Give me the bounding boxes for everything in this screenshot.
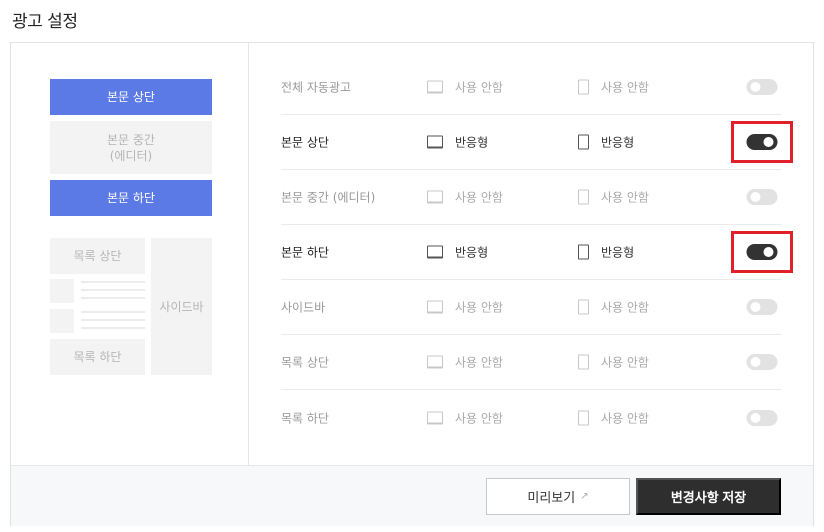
- panel-footer: 미리보기 ↗ 변경사항 저장: [11, 465, 813, 526]
- desktop-icon: [427, 135, 443, 149]
- mobile-icon: [578, 354, 589, 370]
- ad-slot-toggle[interactable]: [746, 79, 778, 95]
- ad-slot-label: 본문 상단: [281, 135, 329, 150]
- toggle-knob: [750, 412, 761, 423]
- toggle-knob: [750, 82, 761, 92]
- preview-list-item-line: [81, 289, 145, 291]
- pc-option[interactable]: 사용 안함: [427, 354, 503, 371]
- desktop-icon: [427, 245, 443, 259]
- toggle-highlight: [731, 286, 793, 328]
- external-link-icon: ↗: [580, 491, 589, 502]
- ad-slot-row: 전체 자동광고 사용 안함 사용 안함: [281, 60, 781, 115]
- ad-slot-label: 목록 하단: [281, 411, 329, 425]
- ad-slot-row: 목록 상단 사용 안함 사용 안함: [281, 335, 781, 390]
- desktop-icon: [427, 411, 443, 424]
- toggle-highlight: [731, 121, 793, 163]
- toggle-knob: [763, 247, 774, 257]
- preview-list-item-line: [81, 319, 145, 321]
- mobile-option[interactable]: 사용 안함: [578, 409, 649, 426]
- ad-slot-row: 본문 중간 (에디터) 사용 안함 사용 안함: [281, 170, 781, 225]
- desktop-icon: [427, 300, 443, 314]
- pc-option[interactable]: 반응형: [427, 134, 488, 151]
- ad-slot-toggle[interactable]: [746, 134, 778, 150]
- preview-list-item-line: [81, 311, 145, 313]
- ad-slot-toggle[interactable]: [746, 299, 778, 315]
- save-changes-button[interactable]: 변경사항 저장: [636, 478, 781, 515]
- desktop-icon: [427, 80, 443, 94]
- ad-slot-label: 본문 중간 (에디터): [281, 190, 376, 205]
- ad-slot-list: 전체 자동광고 사용 안함 사용 안함 본문 상단 반응형 반응형 본문 중간 …: [281, 60, 793, 445]
- ad-settings-panel: 본문 상단 본문 중간 (에디터) 본문 하단 목록 상단 목록 하단 사이드바…: [10, 42, 814, 526]
- toggle-knob: [750, 192, 761, 202]
- preview-body-bottom: 본문 하단: [50, 180, 212, 216]
- preview-list-item-line: [81, 327, 145, 329]
- preview-list-item-line: [81, 297, 145, 299]
- preview-body-top: 본문 상단: [50, 79, 212, 115]
- preview-list-item-line: [81, 281, 145, 283]
- pc-option[interactable]: 사용 안함: [427, 79, 503, 96]
- ad-slot-label: 전체 자동광고: [281, 80, 352, 95]
- ad-slot-toggle[interactable]: [746, 354, 778, 370]
- toggle-highlight: [731, 341, 793, 383]
- ad-slot-row: 목록 하단 사용 안함 사용 안함: [281, 390, 781, 445]
- mobile-option[interactable]: 사용 안함: [578, 299, 649, 316]
- preview-list-bottom: 목록 하단: [50, 339, 145, 375]
- mobile-icon: [578, 299, 589, 315]
- pc-option[interactable]: 사용 안함: [427, 299, 503, 316]
- mobile-option[interactable]: 사용 안함: [578, 189, 649, 206]
- ad-slot-row: 사이드바 사용 안함 사용 안함: [281, 280, 781, 335]
- preview-body-middle: 본문 중간 (에디터): [50, 121, 212, 174]
- ad-slot-label: 목록 상단: [281, 355, 329, 370]
- mobile-option[interactable]: 반응형: [578, 134, 634, 151]
- desktop-icon: [427, 355, 443, 369]
- toggle-highlight: [731, 397, 793, 439]
- desktop-icon: [427, 190, 443, 204]
- mobile-icon: [578, 79, 589, 95]
- ad-slot-label: 사이드바: [281, 300, 326, 315]
- preview-sidebar: 사이드바: [151, 238, 212, 375]
- mobile-option[interactable]: 사용 안함: [578, 354, 649, 371]
- toggle-highlight: [731, 66, 793, 108]
- ad-slot-row: 본문 상단 반응형 반응형: [281, 115, 793, 170]
- pc-option[interactable]: 사용 안함: [427, 409, 503, 426]
- mobile-icon: [578, 244, 589, 260]
- ad-slot-label: 본문 하단: [281, 245, 329, 260]
- mobile-icon: [578, 410, 589, 425]
- toggle-knob: [763, 137, 774, 147]
- pc-option[interactable]: 반응형: [427, 244, 488, 261]
- toggle-highlight: [731, 231, 793, 273]
- mobile-option[interactable]: 반응형: [578, 244, 634, 261]
- toggle-knob: [750, 302, 761, 312]
- preview-list-item-thumb: [50, 309, 74, 333]
- ad-slot-toggle[interactable]: [746, 244, 778, 260]
- preview-list-top: 목록 상단: [50, 238, 145, 274]
- ad-slot-toggle[interactable]: [746, 189, 778, 205]
- ad-slot-toggle[interactable]: [746, 409, 778, 426]
- mobile-icon: [578, 134, 589, 150]
- toggle-knob: [750, 357, 761, 367]
- ad-slot-row: 본문 하단 반응형 반응형: [281, 225, 793, 280]
- pc-option[interactable]: 사용 안함: [427, 189, 503, 206]
- preview-button[interactable]: 미리보기 ↗: [486, 478, 630, 515]
- page-title: 광고 설정: [12, 12, 78, 32]
- mobile-icon: [578, 189, 589, 205]
- mobile-option[interactable]: 사용 안함: [578, 79, 649, 96]
- toggle-highlight: [731, 176, 793, 218]
- layout-preview: 본문 상단 본문 중간 (에디터) 본문 하단 목록 상단 목록 하단 사이드바: [11, 43, 249, 465]
- preview-list-item-thumb: [50, 279, 74, 303]
